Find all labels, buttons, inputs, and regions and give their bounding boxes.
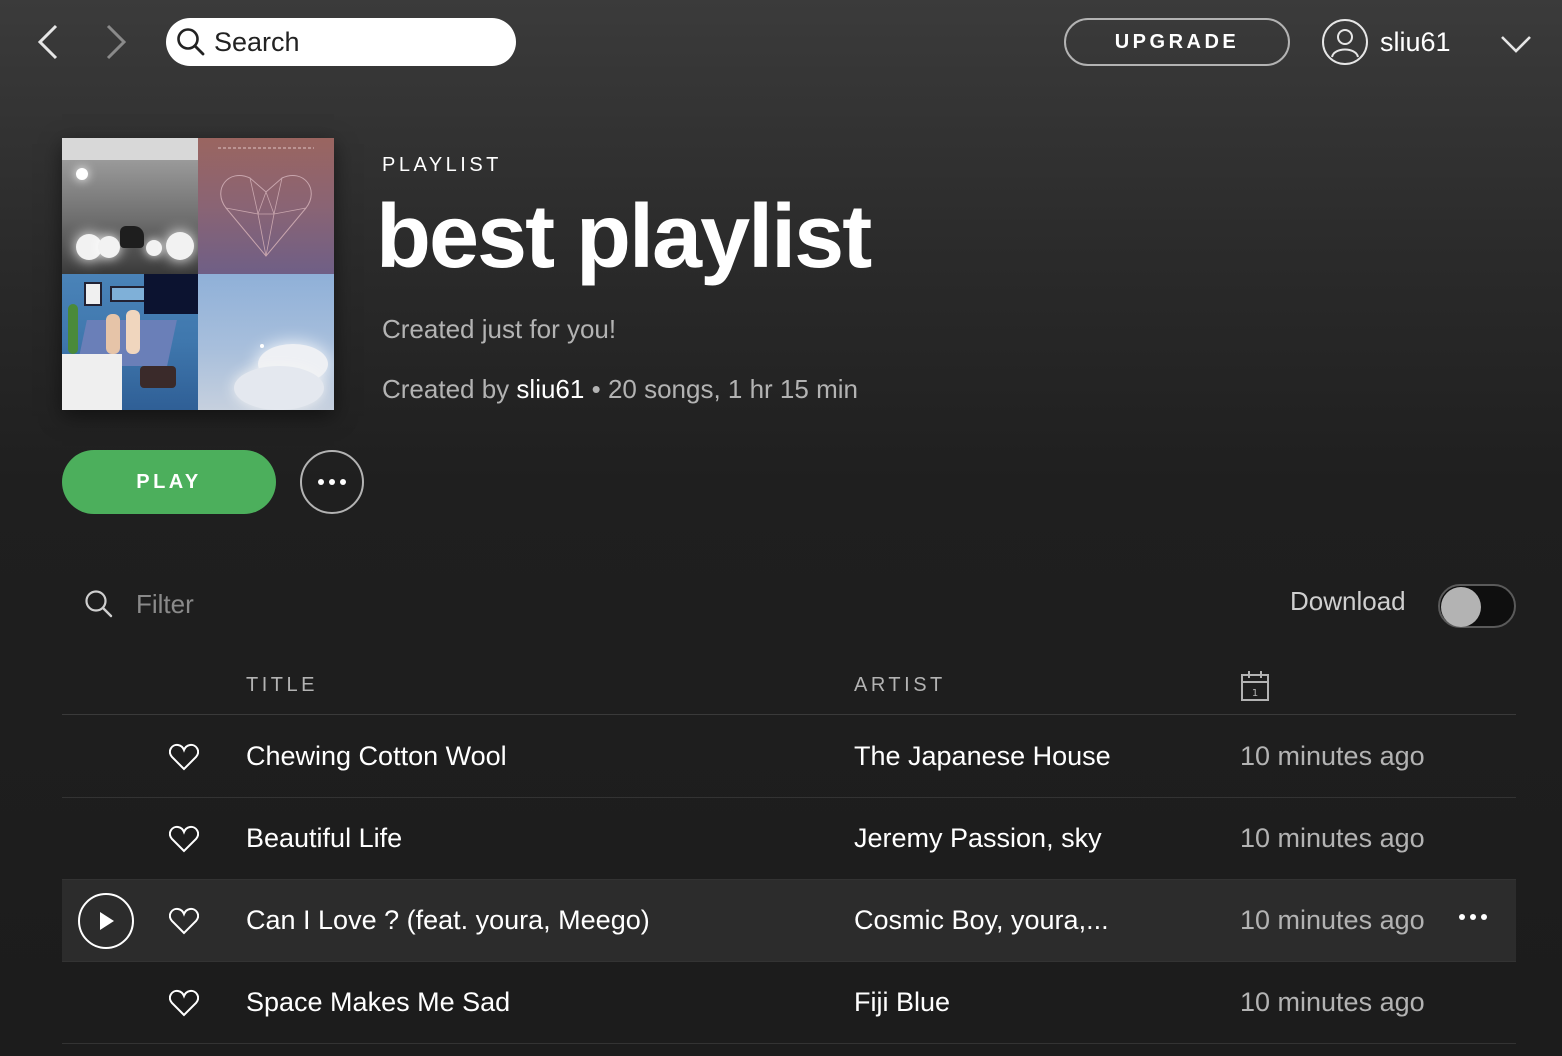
calendar-icon: 1 [1241, 671, 1269, 701]
playlist-title: best playlist [376, 187, 872, 287]
cover-art-2 [198, 138, 334, 274]
track-artist-link[interactable]: Jeremy Passion, sky [854, 798, 1144, 879]
track-date-added: 10 minutes ago [1240, 823, 1425, 853]
meta-separator: • [591, 374, 601, 404]
cover-art-4 [198, 274, 334, 410]
cover-art-3 [62, 274, 198, 410]
track-title: Chewing Cotton Wool [246, 741, 507, 771]
track-title: Beautiful Life [246, 823, 403, 853]
play-track-button[interactable] [78, 880, 134, 961]
heart-icon [169, 743, 199, 770]
filter-box[interactable] [84, 580, 436, 628]
column-header-date-added[interactable]: 1 [1240, 670, 1270, 707]
user-dropdown-button[interactable] [1496, 24, 1536, 64]
track-date-added: 10 minutes ago [1240, 905, 1425, 935]
cover-art-1 [62, 138, 198, 274]
username: sliu61 [1380, 26, 1451, 57]
upgrade-button[interactable]: UPGRADE [1064, 18, 1290, 66]
playlist-meta: Created by sliu61 • 20 songs, 1 hr 15 mi… [382, 374, 858, 405]
search-box[interactable] [166, 18, 516, 66]
back-button[interactable] [28, 22, 68, 62]
save-track-button[interactable] [164, 962, 204, 1043]
column-header-title[interactable]: TITLE [246, 674, 318, 697]
more-dots-icon [1459, 913, 1487, 920]
playlist-cover [62, 138, 334, 410]
playlist-type-label: PLAYLIST [382, 154, 502, 176]
chevron-left-icon [37, 24, 58, 60]
track-title: Can I Love ? (feat. youra, Meego) [246, 905, 650, 935]
user-avatar-icon [1322, 19, 1368, 65]
save-track-button[interactable] [164, 880, 204, 961]
table-row[interactable]: Beautiful Life Jeremy Passion, sky 10 mi… [62, 798, 1516, 880]
play-button[interactable]: PLAY [62, 450, 276, 514]
heart-icon [169, 907, 199, 934]
track-date-added: 10 minutes ago [1240, 741, 1425, 771]
chevron-right-icon [106, 24, 127, 60]
toggle-knob [1441, 587, 1481, 627]
save-track-button[interactable] [164, 798, 204, 879]
table-row[interactable]: Chewing Cotton Wool The Japanese House 1… [62, 716, 1516, 798]
search-input[interactable] [214, 26, 504, 58]
playlist-description: Created just for you! [382, 314, 617, 344]
download-label: Download [1290, 586, 1406, 616]
track-artist-link[interactable]: Cosmic Boy, youra,... [854, 880, 1144, 961]
chevron-down-icon [1501, 36, 1531, 53]
more-dots-icon [318, 479, 346, 485]
more-options-button[interactable] [300, 450, 364, 514]
table-row[interactable]: Can I Love ? (feat. youra, Meego) Cosmic… [62, 880, 1516, 962]
heart-icon [169, 825, 199, 852]
svg-text:1: 1 [1252, 688, 1258, 699]
forward-button[interactable] [96, 22, 136, 62]
track-title: Space Makes Me Sad [246, 987, 511, 1017]
search-icon [85, 590, 113, 618]
column-header-artist[interactable]: ARTIST [854, 674, 946, 697]
table-header-divider [62, 714, 1516, 715]
meta-prefix: Created by [382, 374, 510, 404]
play-icon [100, 911, 114, 930]
search-icon [177, 28, 205, 56]
user-menu[interactable]: sliu61 [1322, 18, 1451, 66]
playlist-stats: 20 songs, 1 hr 15 min [607, 374, 858, 404]
track-more-button[interactable] [1448, 880, 1498, 961]
filter-input[interactable] [136, 588, 436, 620]
track-date-added: 10 minutes ago [1240, 987, 1425, 1017]
heart-icon [169, 989, 199, 1016]
table-row[interactable]: Space Makes Me Sad Fiji Blue 10 minutes … [62, 962, 1516, 1044]
playlist-owner-link[interactable]: sliu61 [516, 374, 584, 404]
track-artist-link[interactable]: Fiji Blue [854, 962, 1144, 1043]
save-track-button[interactable] [164, 716, 204, 797]
track-artist-link[interactable]: The Japanese House [854, 716, 1144, 797]
download-toggle[interactable] [1438, 584, 1516, 628]
